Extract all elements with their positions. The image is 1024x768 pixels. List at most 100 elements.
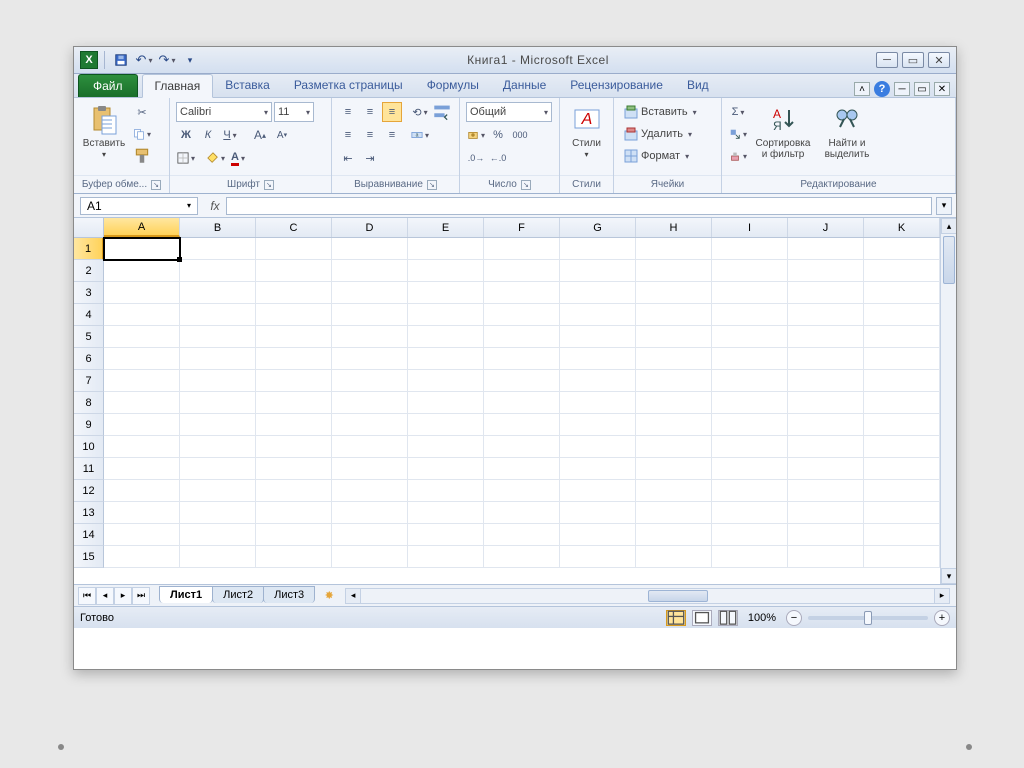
cell[interactable] bbox=[560, 458, 636, 480]
cell[interactable] bbox=[256, 260, 332, 282]
cell[interactable] bbox=[636, 282, 712, 304]
cell[interactable] bbox=[104, 260, 180, 282]
cell[interactable] bbox=[104, 436, 180, 458]
cell[interactable] bbox=[104, 304, 180, 326]
percent-button[interactable]: % bbox=[488, 125, 508, 145]
cell[interactable] bbox=[864, 282, 940, 304]
cell[interactable] bbox=[332, 392, 408, 414]
scroll-up-button[interactable]: ▴ bbox=[941, 218, 956, 234]
cell[interactable] bbox=[104, 348, 180, 370]
cell[interactable] bbox=[636, 326, 712, 348]
cell[interactable] bbox=[864, 524, 940, 546]
cell[interactable] bbox=[332, 238, 408, 260]
ribbon-tab-Вид[interactable]: Вид bbox=[675, 74, 721, 97]
cell[interactable] bbox=[484, 370, 560, 392]
cell[interactable] bbox=[788, 392, 864, 414]
qat-customize-button[interactable]: ▾ bbox=[180, 50, 200, 70]
cell[interactable] bbox=[788, 260, 864, 282]
cell[interactable] bbox=[788, 238, 864, 260]
cell[interactable] bbox=[104, 326, 180, 348]
cell[interactable] bbox=[104, 458, 180, 480]
cell[interactable] bbox=[332, 370, 408, 392]
vertical-scrollbar[interactable]: ▴ ▾ bbox=[940, 218, 956, 584]
cell[interactable] bbox=[560, 238, 636, 260]
cell[interactable] bbox=[332, 458, 408, 480]
align-right-button[interactable]: ≡ bbox=[382, 125, 402, 145]
cell[interactable] bbox=[484, 260, 560, 282]
cell[interactable] bbox=[256, 436, 332, 458]
cell[interactable] bbox=[180, 480, 256, 502]
cell[interactable] bbox=[408, 392, 484, 414]
cell[interactable] bbox=[560, 524, 636, 546]
paste-button[interactable]: Вставить▾ bbox=[80, 102, 128, 160]
ribbon-tab-Вставка[interactable]: Вставка bbox=[213, 74, 282, 97]
ribbon-tab-Разметка страницы[interactable]: Разметка страницы bbox=[282, 74, 415, 97]
column-header[interactable]: E bbox=[408, 218, 484, 237]
cell[interactable] bbox=[484, 502, 560, 524]
find-select-button[interactable]: Найти и выделить bbox=[818, 102, 876, 160]
redo-button[interactable]: ↷▾ bbox=[157, 50, 177, 70]
cell[interactable] bbox=[104, 414, 180, 436]
wrap-text-button[interactable] bbox=[432, 102, 452, 122]
cell[interactable] bbox=[484, 282, 560, 304]
cell[interactable] bbox=[712, 524, 788, 546]
cell[interactable] bbox=[256, 238, 332, 260]
row-header[interactable]: 11 bbox=[74, 458, 104, 480]
cell[interactable] bbox=[788, 480, 864, 502]
cell[interactable] bbox=[636, 348, 712, 370]
sheet-tab[interactable]: Лист3 bbox=[263, 586, 315, 603]
cell[interactable] bbox=[636, 502, 712, 524]
cell[interactable] bbox=[560, 282, 636, 304]
cell[interactable] bbox=[408, 524, 484, 546]
cell[interactable] bbox=[180, 392, 256, 414]
undo-button[interactable]: ↶▾ bbox=[134, 50, 154, 70]
close-button[interactable]: ✕ bbox=[928, 52, 950, 68]
cell[interactable] bbox=[484, 348, 560, 370]
cell[interactable] bbox=[408, 282, 484, 304]
increase-indent-button[interactable]: ⇥ bbox=[360, 148, 380, 168]
cell[interactable] bbox=[104, 392, 180, 414]
borders-button[interactable]: ▾ bbox=[176, 148, 196, 168]
ribbon-minimize-button[interactable]: ˄ bbox=[854, 82, 870, 96]
row-header[interactable]: 1 bbox=[74, 238, 104, 260]
column-header[interactable]: H bbox=[636, 218, 712, 237]
page-break-view-button[interactable] bbox=[718, 610, 738, 626]
align-top-button[interactable]: ≡ bbox=[338, 102, 358, 122]
decrease-font-button[interactable]: A▾ bbox=[272, 125, 292, 145]
decrease-decimal-button[interactable]: ←.0 bbox=[488, 148, 508, 168]
number-format-combo[interactable]: Общий▾ bbox=[466, 102, 552, 122]
cell[interactable] bbox=[636, 524, 712, 546]
cell[interactable] bbox=[712, 238, 788, 260]
row-header[interactable]: 5 bbox=[74, 326, 104, 348]
cell[interactable] bbox=[788, 546, 864, 568]
row-header[interactable]: 4 bbox=[74, 304, 104, 326]
cell[interactable] bbox=[636, 436, 712, 458]
cell[interactable] bbox=[408, 546, 484, 568]
cell[interactable] bbox=[560, 260, 636, 282]
cell[interactable] bbox=[864, 304, 940, 326]
cut-button[interactable]: ✂ bbox=[132, 102, 152, 122]
cell[interactable] bbox=[788, 458, 864, 480]
font-color-button[interactable]: A▾ bbox=[228, 148, 248, 168]
workbook-restore-button[interactable]: ▭ bbox=[914, 82, 930, 96]
row-header[interactable]: 3 bbox=[74, 282, 104, 304]
cell[interactable] bbox=[864, 436, 940, 458]
cell[interactable] bbox=[712, 282, 788, 304]
cell[interactable] bbox=[788, 304, 864, 326]
cell[interactable] bbox=[712, 370, 788, 392]
cell[interactable] bbox=[864, 392, 940, 414]
cell[interactable] bbox=[636, 392, 712, 414]
cell[interactable] bbox=[864, 502, 940, 524]
alignment-dialog-launcher[interactable]: ↘ bbox=[427, 180, 437, 190]
cell[interactable] bbox=[788, 414, 864, 436]
cell[interactable] bbox=[180, 414, 256, 436]
cell[interactable] bbox=[180, 260, 256, 282]
cell[interactable] bbox=[484, 326, 560, 348]
cell[interactable] bbox=[332, 480, 408, 502]
decrease-indent-button[interactable]: ⇤ bbox=[338, 148, 358, 168]
orientation-button[interactable]: ⟲▾ bbox=[410, 102, 430, 122]
italic-button[interactable]: К bbox=[198, 125, 218, 145]
underline-button[interactable]: Ч▾ bbox=[220, 125, 240, 145]
fill-color-button[interactable]: ▾ bbox=[206, 148, 226, 168]
column-header[interactable]: K bbox=[864, 218, 940, 237]
